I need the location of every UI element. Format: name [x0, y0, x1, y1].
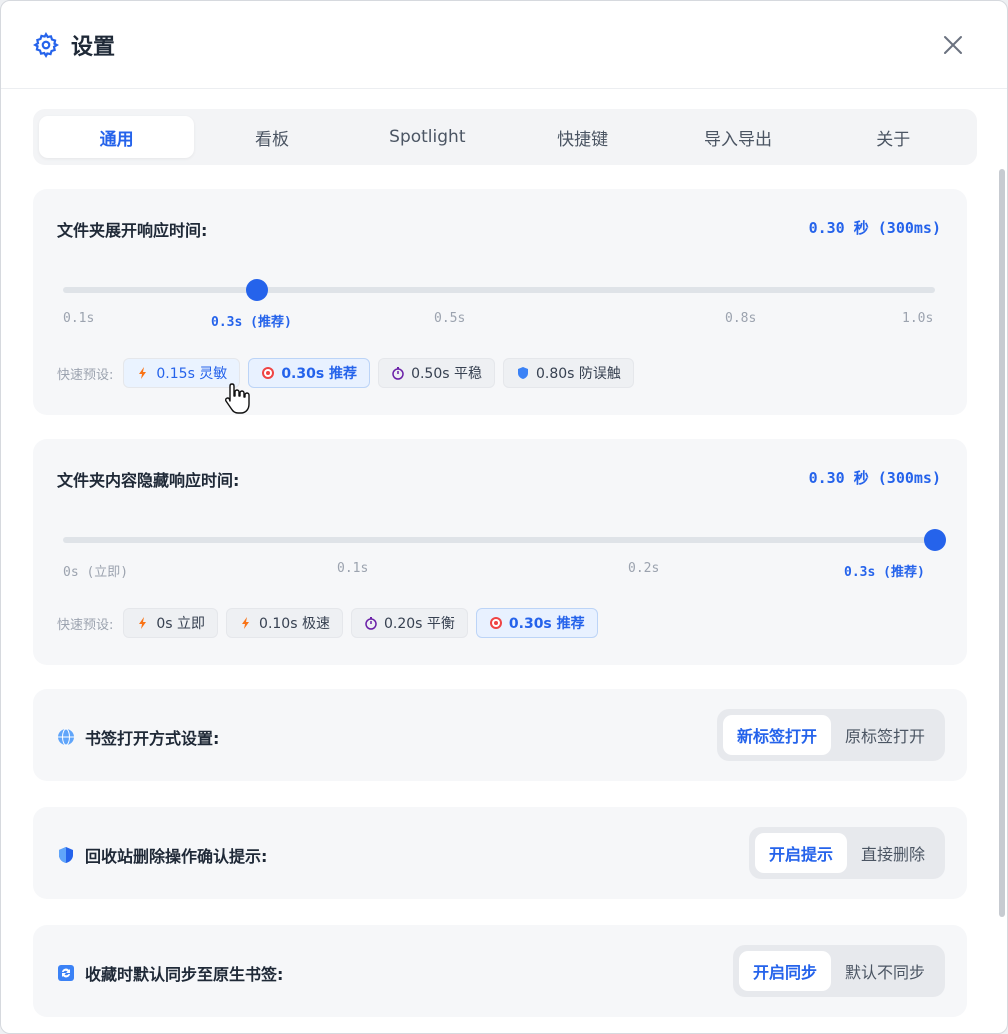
slider-tick: 0.1s [337, 561, 369, 576]
trash-confirm-title: 回收站删除操作确认提示: [85, 847, 268, 866]
slider-tick: 0.2s [628, 561, 660, 576]
preset-label: 0.30s 推荐 [508, 616, 585, 632]
option-enable-sync[interactable]: 开启同步 [738, 951, 831, 991]
hide-time-title: 文件夹内容隐藏响应时间: [57, 471, 240, 490]
globe-icon [58, 728, 74, 746]
preset-chip[interactable]: 0.10s 极速 [226, 608, 343, 638]
tab-about[interactable]: 关于 [816, 116, 971, 158]
scrollbar[interactable] [999, 169, 1005, 917]
sync-favorites-title: 收藏时默认同步至原生书签: [85, 965, 284, 984]
preset-label: 0s 立即 [156, 616, 206, 632]
expand-time-card: 文件夹展开响应时间: 0.30 秒 (300ms) 0.1s 0.3s (推荐)… [33, 189, 967, 415]
expand-time-slider-thumb[interactable] [245, 279, 268, 301]
settings-tabs: 通用 看板 Spotlight 快捷键 导入导出 关于 [33, 109, 977, 165]
lightning-icon [139, 617, 147, 629]
hide-time-value: 0.30 秒 (300ms) [808, 469, 941, 487]
trash-confirm-label: 回收站删除操作确认提示: [57, 843, 267, 867]
bookmark-open-title: 书签打开方式设置: [85, 729, 220, 748]
preset-chip[interactable]: 0.50s 平稳 [378, 358, 495, 388]
close-icon[interactable] [941, 33, 965, 57]
option-enable-prompt[interactable]: 开启提示 [754, 833, 847, 873]
preset-chip[interactable]: 0.15s 灵敏 [123, 358, 241, 388]
lightning-icon [242, 617, 250, 629]
preset-chip[interactable]: 0s 立即 [123, 608, 219, 638]
hide-presets: 快速预设: 0s 立即 0.10s 极速 0.20s 平衡 0.30s 推荐 [57, 608, 598, 638]
stopwatch-icon [365, 617, 377, 630]
sync-icon [58, 965, 74, 981]
hide-time-card: 文件夹内容隐藏响应时间: 0.30 秒 (300ms) 0s (立即) 0.1s… [33, 439, 967, 665]
option-delete-directly[interactable]: 直接删除 [847, 833, 939, 873]
tab-board[interactable]: 看板 [194, 116, 349, 158]
expand-time-value: 0.30 秒 (300ms) [808, 219, 941, 237]
presets-label: 快速预设: [57, 367, 114, 383]
tab-shortcuts[interactable]: 快捷键 [505, 116, 660, 158]
hide-time-slider-thumb[interactable] [924, 529, 946, 551]
bookmark-open-card: 书签打开方式设置: 新标签打开 原标签打开 [33, 689, 967, 781]
bookmark-open-label: 书签打开方式设置: [57, 725, 219, 749]
option-same-tab[interactable]: 原标签打开 [831, 715, 939, 755]
expand-time-slider[interactable] [63, 279, 935, 301]
target-icon [262, 367, 275, 379]
preset-label: 0.80s 防误触 [535, 366, 621, 382]
settings-dialog: 设置 通用 看板 Spotlight 快捷键 导入导出 关于 文件夹展开响应时间… [0, 0, 1008, 1034]
trash-confirm-toggle: 开启提示 直接删除 [748, 827, 945, 879]
preset-chip[interactable]: 0.30s 推荐 [475, 608, 598, 638]
sync-favorites-toggle: 开启同步 默认不同步 [732, 945, 945, 997]
slider-tick: 0s (立即) [63, 565, 129, 580]
slider-tick: 0.3s (推荐) [844, 565, 925, 580]
slider-tick: 0.3s (推荐) [211, 315, 292, 330]
slider-tick: 0.5s [434, 311, 466, 326]
sync-favorites-label: 收藏时默认同步至原生书签: [57, 961, 283, 985]
stopwatch-icon [392, 367, 404, 380]
preset-chip[interactable]: 0.20s 平衡 [350, 608, 468, 638]
bookmark-open-toggle: 新标签打开 原标签打开 [716, 709, 945, 761]
gear-icon [33, 31, 59, 58]
preset-label: 0.10s 极速 [259, 616, 330, 632]
tab-spotlight[interactable]: Spotlight [350, 116, 505, 158]
target-icon [489, 617, 502, 629]
tab-general[interactable]: 通用 [39, 116, 195, 158]
presets-label: 快速预设: [57, 617, 114, 633]
shield-icon [517, 367, 528, 379]
dialog-title: 设置 [71, 34, 116, 60]
dialog-header: 设置 [1, 1, 1007, 89]
preset-label: 0.50s 平稳 [411, 366, 482, 382]
slider-tick: 1.0s [902, 311, 934, 326]
slider-tick: 0.1s [63, 311, 95, 326]
preset-chip[interactable]: 0.30s 推荐 [248, 358, 371, 388]
tab-import-export[interactable]: 导入导出 [660, 116, 815, 158]
sync-favorites-card: 收藏时默认同步至原生书签: 开启同步 默认不同步 [33, 925, 967, 1017]
preset-chip[interactable]: 0.80s 防误触 [502, 358, 634, 388]
hide-time-slider[interactable] [63, 529, 946, 551]
preset-label: 0.30s 推荐 [281, 366, 358, 382]
trash-confirm-card: 回收站删除操作确认提示: 开启提示 直接删除 [33, 807, 967, 899]
preset-label: 0.20s 平衡 [383, 616, 455, 632]
option-no-sync[interactable]: 默认不同步 [831, 951, 939, 991]
option-new-tab[interactable]: 新标签打开 [722, 715, 831, 755]
expand-presets: 快速预设: 0.15s 灵敏 0.30s 推荐 0.50s 平稳 0.80s 防… [57, 358, 634, 388]
lightning-icon [139, 367, 147, 379]
slider-tick: 0.8s [725, 311, 757, 326]
expand-time-title: 文件夹展开响应时间: [57, 221, 208, 240]
shield-icon [59, 847, 73, 863]
preset-label: 0.15s 灵敏 [156, 366, 228, 382]
